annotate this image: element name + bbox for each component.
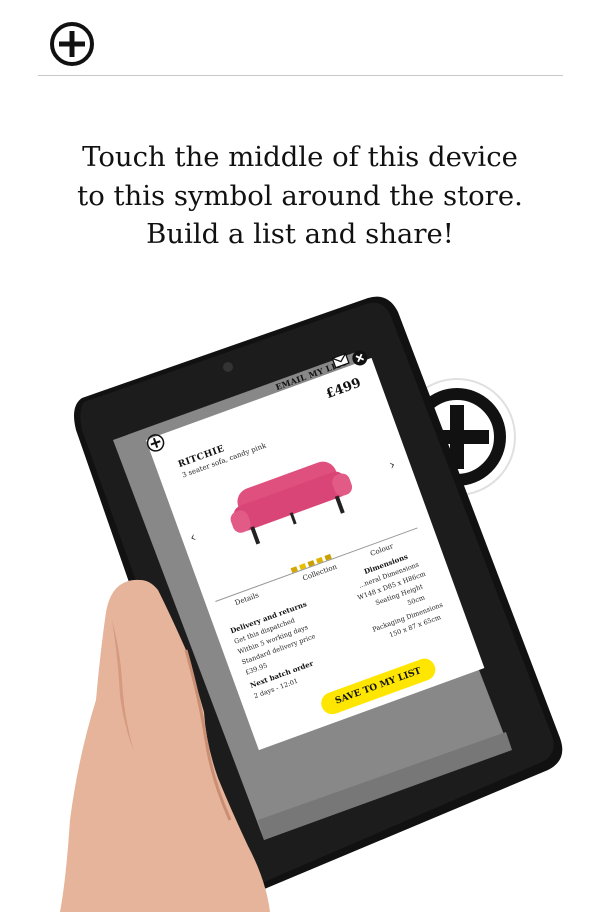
plus-circle-icon[interactable]	[49, 21, 95, 67]
hand-image	[60, 579, 270, 912]
headline-line-3: Build a list and share!	[146, 218, 454, 250]
headline: Touch the middle of this device to this …	[0, 138, 600, 254]
headline-line-1: Touch the middle of this device	[82, 141, 518, 173]
header-divider	[38, 75, 563, 76]
product-photo: EMAIL MY LIST £499 RITCHIE 3 seater sofa…	[0, 280, 600, 912]
top-bar	[0, 0, 600, 80]
headline-line-2: to this symbol around the store.	[77, 179, 523, 212]
